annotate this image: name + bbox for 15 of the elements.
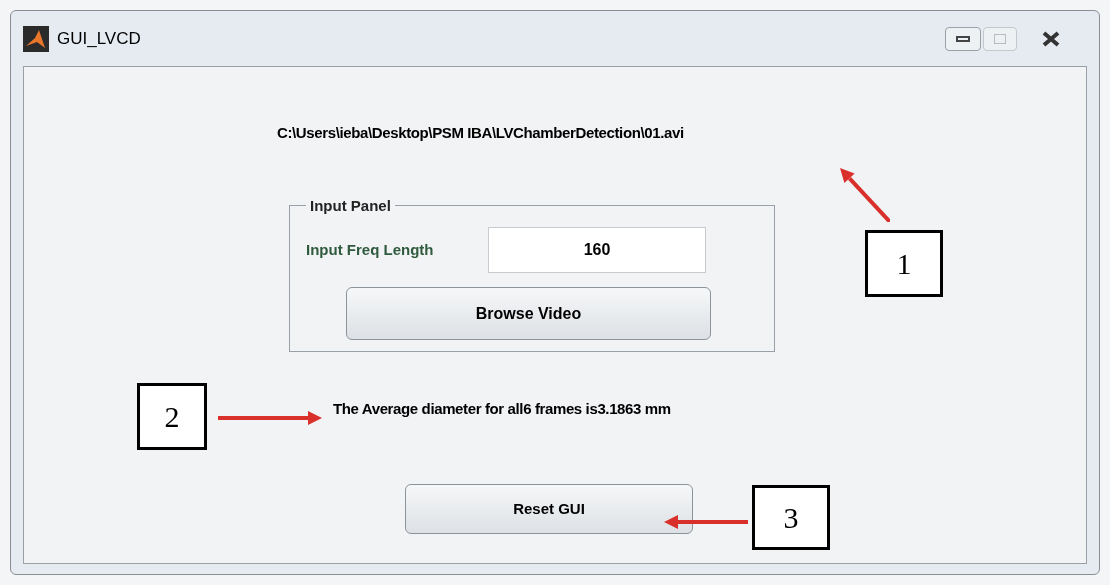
reset-gui-button[interactable]: Reset GUI [405, 484, 693, 534]
app-logo-icon [23, 25, 49, 52]
browse-video-button[interactable]: Browse Video [346, 287, 711, 340]
file-path-text: C:\Users\ieba\Desktop\PSM IBA\LVChamberDetection\01.avi [277, 123, 685, 143]
window-title: GUI_LVCD [57, 27, 141, 50]
field-label: Input Freq Length [306, 239, 435, 260]
callout-label: 2 [137, 383, 207, 450]
freq-length-field[interactable]: 160 [488, 227, 706, 273]
close-icon [1041, 30, 1061, 47]
callout-label: 3 [752, 485, 830, 550]
callout-label: 1 [865, 230, 943, 297]
minimize-button[interactable] [945, 26, 981, 51]
pointer-arrow [840, 168, 890, 222]
panel-title: Input Panel [309, 195, 392, 216]
result-text: The Average diameter for all6 frames is3.1863 mm [333, 398, 672, 419]
